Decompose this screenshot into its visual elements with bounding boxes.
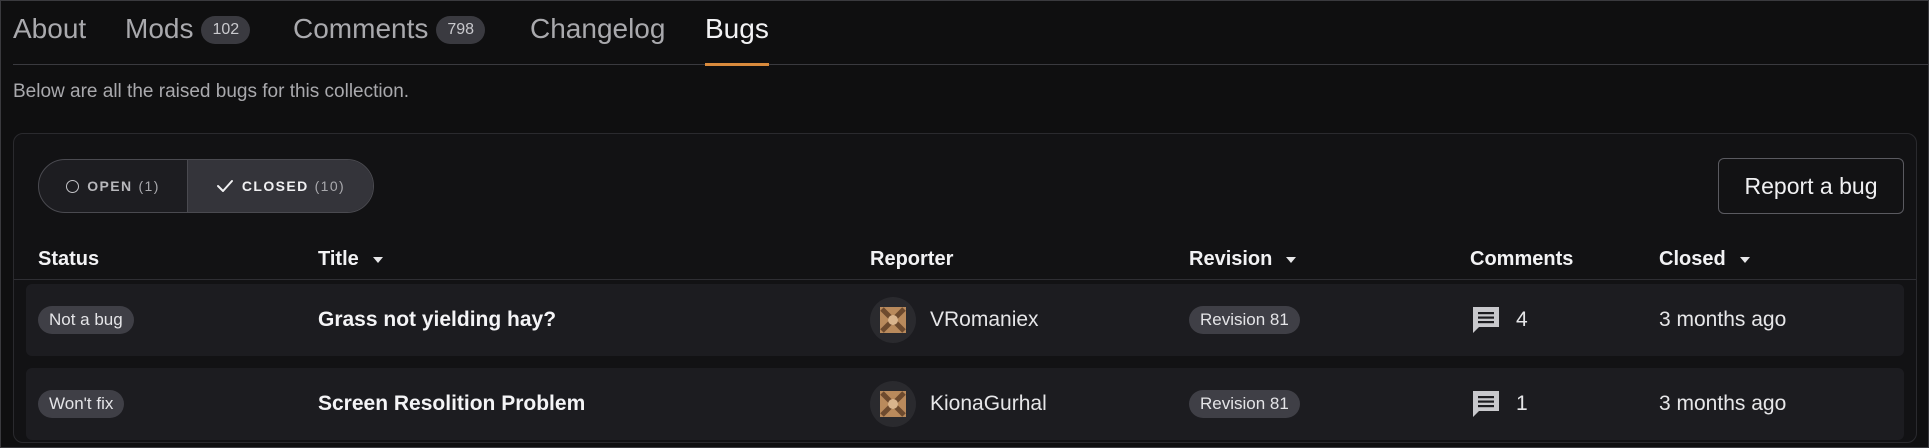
column-reporter-label: Reporter: [870, 248, 954, 270]
page-subtitle: Below are all the raised bugs for this c…: [13, 81, 410, 102]
tab-mods-count: 102: [201, 16, 251, 44]
comments-cell: 1: [1470, 368, 1528, 440]
comment-icon: [1473, 391, 1499, 417]
reporter-cell: VRomaniex: [870, 284, 1039, 356]
column-status-label: Status: [38, 248, 100, 270]
title-cell: Screen Resolition Problem: [318, 368, 585, 440]
tab-bugs[interactable]: Bugs: [705, 13, 769, 66]
closed-time: 3 months ago: [1659, 308, 1787, 331]
avatar[interactable]: [870, 297, 916, 343]
status-cell: Not a bug: [38, 284, 134, 356]
reporter-cell: KionaGurhal: [870, 368, 1047, 440]
bug-title-link[interactable]: Grass not yielding hay?: [318, 308, 556, 332]
tab-bar: About Mods 102 Comments 798 Changelog Bu…: [13, 1, 1928, 66]
status-cell: Won't fix: [38, 368, 125, 440]
circle-icon: [66, 179, 80, 193]
bugs-panel: OPEN (1) CLOSED (10) Report a bug Status…: [13, 133, 1917, 443]
table-header: Status Title Reporter Revision Comments …: [14, 240, 1916, 280]
status-badge: Not a bug: [38, 306, 134, 334]
check-icon: [216, 180, 233, 192]
bug-title-link[interactable]: Screen Resolition Problem: [318, 392, 585, 416]
sort-down-icon[interactable]: [372, 256, 383, 263]
column-title[interactable]: Title: [318, 248, 383, 271]
revision-badge: Revision 81: [1189, 306, 1300, 334]
page-frame: About Mods 102 Comments 798 Changelog Bu…: [0, 0, 1929, 448]
column-comments: Comments: [1470, 248, 1573, 271]
column-status: Status: [38, 248, 99, 271]
tab-comments-label: Comments: [293, 13, 429, 44]
column-closed-label: Closed: [1659, 248, 1726, 270]
filter-open-count: (1): [138, 178, 160, 194]
revision-cell: Revision 81: [1189, 368, 1300, 440]
comments-cell: 4: [1470, 284, 1528, 356]
filter-closed-count: (10): [314, 178, 346, 194]
revision-cell: Revision 81: [1189, 284, 1300, 356]
avatar-image-icon: [880, 391, 906, 417]
tab-mods[interactable]: Mods 102: [125, 13, 251, 65]
sort-down-icon[interactable]: [1739, 256, 1750, 263]
revision-badge: Revision 81: [1189, 390, 1300, 418]
tab-mods-label: Mods: [125, 13, 194, 44]
active-tab-indicator: [705, 63, 769, 66]
comment-icon: [1473, 307, 1499, 333]
reporter-name[interactable]: KionaGurhal: [930, 392, 1047, 416]
reporter-name[interactable]: VRomaniex: [930, 308, 1039, 332]
comment-count: 4: [1516, 308, 1528, 331]
tab-comments[interactable]: Comments 798: [293, 13, 486, 65]
comment-count: 1: [1516, 392, 1528, 415]
filter-closed-button[interactable]: CLOSED (10): [187, 160, 373, 212]
column-revision[interactable]: Revision: [1189, 248, 1297, 271]
filter-open-label: OPEN: [87, 178, 133, 194]
table-row[interactable]: Won't fix Screen Resolition Problem Kion…: [26, 368, 1904, 440]
tab-about-label: About: [13, 13, 87, 44]
avatar-image-icon: [880, 307, 906, 333]
status-filter-toggle: OPEN (1) CLOSED (10): [38, 159, 374, 213]
column-revision-label: Revision: [1189, 248, 1273, 270]
column-reporter: Reporter: [870, 248, 953, 271]
avatar[interactable]: [870, 381, 916, 427]
status-badge: Won't fix: [38, 390, 125, 418]
table-row[interactable]: Not a bug Grass not yielding hay? VRoman…: [26, 284, 1904, 356]
tab-comments-count: 798: [436, 16, 486, 44]
column-title-label: Title: [318, 248, 359, 270]
sort-down-icon[interactable]: [1286, 256, 1297, 263]
filter-open-button[interactable]: OPEN (1): [39, 160, 187, 212]
filter-closed-label: CLOSED: [241, 178, 309, 194]
column-closed[interactable]: Closed: [1659, 248, 1750, 271]
report-bug-button[interactable]: Report a bug: [1718, 158, 1904, 214]
tab-bugs-label: Bugs: [705, 13, 769, 44]
closed-cell: 3 months ago: [1659, 368, 1786, 440]
closed-cell: 3 months ago: [1659, 284, 1786, 356]
tab-changelog-label: Changelog: [530, 13, 666, 44]
column-comments-label: Comments: [1470, 248, 1574, 270]
tab-changelog[interactable]: Changelog: [530, 13, 665, 65]
tab-about[interactable]: About: [13, 13, 86, 65]
title-cell: Grass not yielding hay?: [318, 284, 556, 356]
closed-time: 3 months ago: [1659, 392, 1787, 415]
